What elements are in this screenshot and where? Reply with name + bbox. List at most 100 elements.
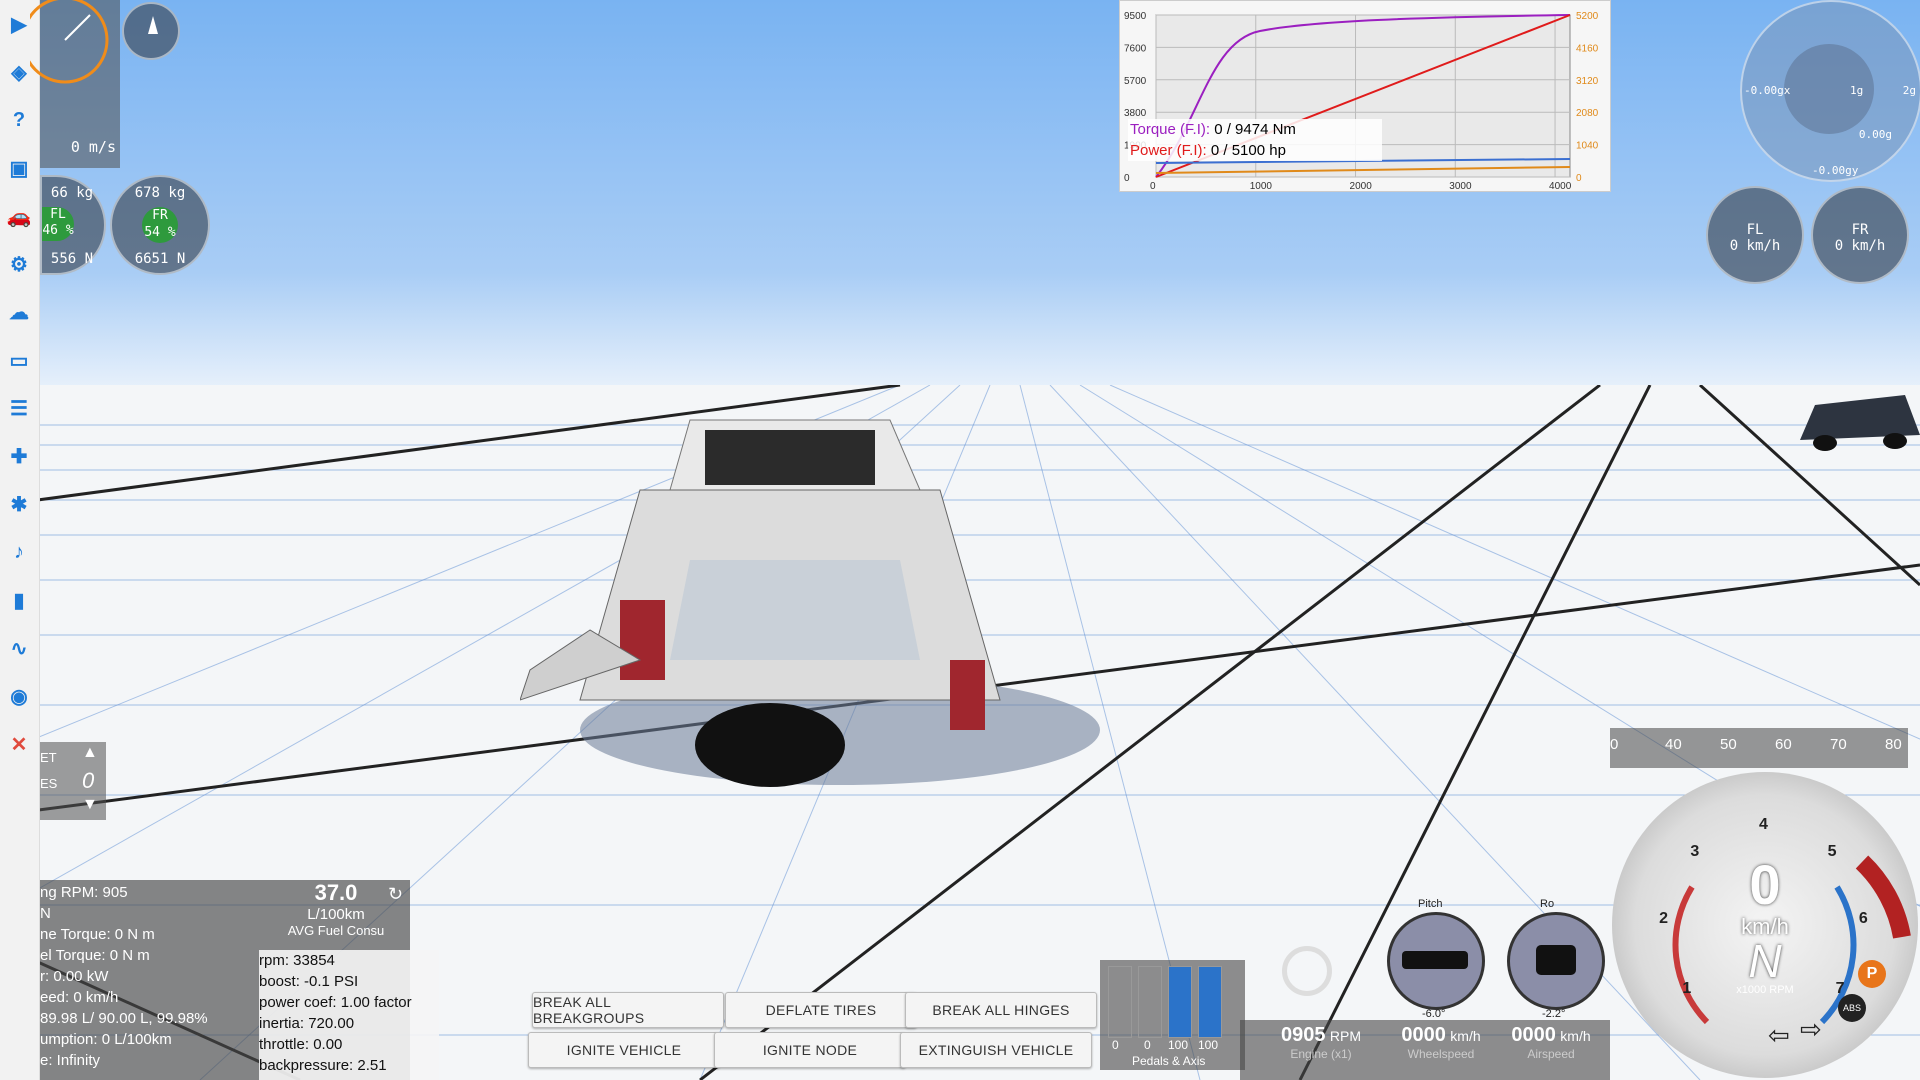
fuel-unit: L/100km (307, 906, 365, 923)
engine-info-line: e: Infinity (40, 1052, 101, 1069)
x-tick-label: 4000 (1549, 181, 1572, 191)
engine-readout: 0905 RPM Engine (x1) (1266, 1024, 1376, 1061)
pedal-value-1: 0 (1112, 1038, 1119, 1052)
settings-icon[interactable]: ⚙ (5, 250, 33, 278)
fl-name: FL (50, 207, 66, 222)
gear-value: 0 (82, 768, 95, 793)
x-tick-label: 3000 (1449, 181, 1472, 191)
deflate-tires-button[interactable]: DEFLATE TIRES (725, 992, 917, 1028)
speed-arc (30, 0, 109, 84)
fl-pct: 46 % (42, 223, 74, 238)
ignite-node-button[interactable]: IGNITE NODE (714, 1032, 906, 1068)
layers-icon[interactable]: ◈ (5, 58, 33, 86)
air-unit: km/h (1560, 1028, 1591, 1044)
torque-label: Torque (F.I): (1130, 121, 1211, 138)
reset-icon[interactable]: ↻ (388, 884, 403, 905)
turbo-info-panel: rpm: 33854 boost: -0.1 PSI power coef: 1.0… (259, 950, 439, 1080)
x-tick-label: 2000 (1350, 181, 1373, 191)
ws-fl-name: FL (1746, 222, 1764, 238)
cloud-icon[interactable]: ☁ (5, 298, 33, 326)
airspeed-readout: 0000 km/h Airspeed (1496, 1024, 1606, 1061)
wheel-label: Wheelspeed (1407, 1047, 1475, 1061)
sound-icon[interactable]: ♪ (5, 538, 33, 566)
roll-label: Ro (1540, 898, 1555, 910)
gear-up-icon[interactable]: ▲ (82, 744, 98, 762)
parking-brake-badge: P (1858, 960, 1886, 988)
engine-info-line: ng RPM: 905 (40, 884, 128, 901)
turbo-info-line: inertia: 720.00 (259, 1015, 355, 1032)
wheelspeed-readout: 0000 km/h Wheelspeed (1386, 1024, 1496, 1061)
sliders-icon[interactable]: ☰ (5, 394, 33, 422)
gforce-right: 2g (1902, 84, 1916, 97)
pitch-value: -6.0° (1422, 1008, 1446, 1020)
speed-scale-tick: 0 (1610, 736, 1619, 753)
gamepad-icon[interactable]: ✚ (5, 442, 33, 470)
torque-power-graph: 9500760057003800190005200416031202080104… (1119, 0, 1611, 192)
right-tick-label: 3120 (1576, 76, 1599, 87)
fr-name: FR (152, 208, 168, 223)
roll-value: -2.2° (1542, 1008, 1566, 1020)
play-icon[interactable]: ▶ (5, 10, 33, 38)
camera-film-icon[interactable]: ▣ (5, 154, 33, 182)
turbo-info-line: rpm: 33854 (259, 952, 335, 969)
engine-info-line: el Torque: 0 N m (40, 947, 150, 964)
pedals-label: Pedals & Axis (1132, 1054, 1206, 1068)
ws-fl-value: 0 km/h (1729, 238, 1781, 254)
extinguish-vehicle-button[interactable]: EXTINGUISH VEHICLE (900, 1032, 1092, 1068)
bug-icon[interactable]: ✱ (5, 490, 33, 518)
gear-label-es: ES (40, 776, 58, 791)
engine-info-line: N (40, 905, 51, 922)
speed-value: 0 m/s (70, 138, 116, 156)
window-icon[interactable]: ▭ (5, 346, 33, 374)
path-icon[interactable]: ∿ (5, 634, 33, 662)
bar-chart-icon[interactable]: ▮ (5, 586, 33, 614)
speed-scale-tick: 80 (1885, 736, 1902, 753)
pedal-bar-3 (1168, 966, 1192, 1038)
gforce-y: -0.00gy (1812, 164, 1859, 177)
speed-digital: 0 (1749, 853, 1781, 916)
pedal-bar-4 (1198, 966, 1222, 1038)
break-breakgroups-button[interactable]: BREAK ALL BREAKGROUPS (532, 992, 724, 1028)
fr-pct: 54 % (144, 225, 176, 240)
pickup-truck (520, 419, 1100, 787)
break-hinges-button[interactable]: BREAK ALL HINGES (905, 992, 1097, 1028)
close-icon[interactable]: ✕ (5, 730, 33, 758)
help-icon[interactable]: ? (5, 106, 33, 134)
pitch-truck-icon (1402, 951, 1468, 969)
gforce-x: -0.00gx (1744, 84, 1791, 97)
left-tick-label: 5700 (1124, 76, 1147, 87)
torque-graph-plot: 9500760057003800190005200416031202080104… (1124, 11, 1599, 192)
pedal-bar-1 (1108, 966, 1132, 1038)
gear-label-et: ET (40, 750, 57, 765)
air-label: Airspeed (1527, 1047, 1575, 1061)
fr-balance: FR 54 % (142, 207, 178, 243)
engine-value: 0905 (1280, 1024, 1326, 1046)
parked-car (1800, 395, 1920, 451)
air-value: 0000 (1511, 1024, 1556, 1046)
engine-info-line: 89.98 L/ 90.00 L, 99.98% (40, 1010, 208, 1027)
vehicle-icon[interactable]: 🚗 (5, 202, 33, 230)
camera-icon[interactable]: ◉ (5, 682, 33, 710)
gear-down-icon[interactable]: ▼ (82, 796, 98, 814)
speed-scale: 0 40 50 60 70 80 (1610, 728, 1908, 768)
pedal-bar-2 (1138, 966, 1162, 1038)
ws-fr-value: 0 km/h (1834, 238, 1886, 254)
x-tick-label: 0 (1150, 181, 1156, 191)
right-tick-label: 2080 (1576, 108, 1599, 119)
roll-gauge (1507, 912, 1605, 1010)
speed-panel: 0 m/s (30, 0, 120, 168)
sky-background (0, 0, 1920, 390)
fuel-label: AVG Fuel Consu (287, 923, 385, 938)
engine-info-lines: ng RPM: 905 Nne Torque: 0 N m el Torque: 0… (40, 882, 208, 1071)
power-value: 0 / 5100 hp (1210, 142, 1286, 159)
rpm-tick-label: 4 (1759, 816, 1768, 833)
wheel-weight-fl: 66 kg FL 46 % 556 N (40, 175, 106, 275)
fl-kg: 66 kg (50, 185, 94, 201)
wheel-speed-fr: FR 0 km/h (1811, 186, 1909, 284)
ws-fr-name: FR (1851, 222, 1869, 238)
ignite-vehicle-button[interactable]: IGNITE VEHICLE (528, 1032, 720, 1068)
speed-scale-tick: 50 (1720, 736, 1737, 753)
wheel-unit: km/h (1450, 1028, 1481, 1044)
right-tick-label: 1040 (1576, 141, 1599, 152)
pedal-value-4: 100 (1198, 1038, 1219, 1052)
